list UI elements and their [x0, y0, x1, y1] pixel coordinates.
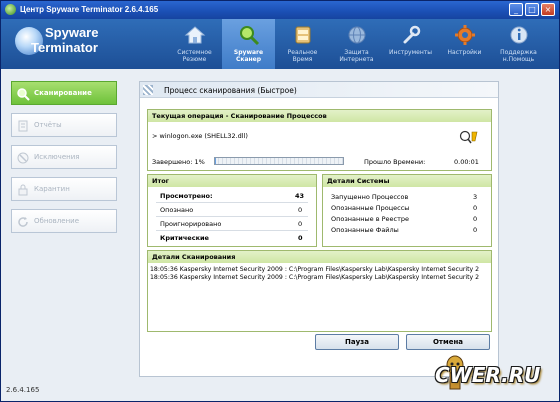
scan-process-panel: Процесс сканирования (Быстрое) Текущая о… — [139, 81, 499, 377]
logo-line1: Spyware — [45, 25, 99, 40]
scan-progress-bar — [214, 157, 344, 165]
scanned-label: Просмотрено: — [160, 192, 213, 200]
sidebar-item-label: Отчёты — [34, 121, 62, 129]
ignored-label: Проигнорировано — [160, 220, 222, 228]
ignored-value: 0 — [298, 220, 303, 228]
scanning-magnifier-icon — [459, 130, 478, 144]
info-icon — [510, 26, 528, 44]
close-button[interactable]: × — [541, 3, 555, 16]
scan-details-header: Детали Сканирования — [148, 251, 491, 263]
sidebar-item-scanning[interactable]: Сканирование — [11, 81, 117, 105]
sidebar: Сканирование Отчёты Исключения Карантин … — [1, 69, 131, 401]
nav-label-line1: Spyware — [233, 49, 264, 56]
report-icon — [18, 120, 28, 132]
panel-header: Процесс сканирования (Быстрое) — [140, 82, 498, 98]
sidebar-item-exclusions[interactable]: Исключения — [11, 145, 117, 169]
sidebar-item-reports[interactable]: Отчёты — [11, 113, 117, 137]
window-title: Центр Spyware Terminator 2.6.4.165 — [20, 5, 159, 14]
gear-icon — [455, 25, 475, 45]
system-details-header: Детали Системы — [323, 175, 491, 187]
maximize-button[interactable]: □ — [525, 3, 539, 16]
critical-value: 0 — [298, 234, 303, 242]
clock-icon — [295, 26, 311, 44]
home-icon — [184, 26, 206, 44]
sidebar-item-quarantine[interactable]: Карантин — [11, 177, 117, 201]
scanned-value: 43 — [295, 192, 305, 200]
pause-button[interactable]: Пауза — [315, 334, 399, 350]
nav-label-line2: Сканер — [235, 56, 262, 63]
lock-icon — [18, 184, 28, 196]
cancel-button[interactable]: Отмена — [406, 334, 490, 350]
nav-tools[interactable]: Инструменты — [384, 19, 437, 69]
nav-label-line2: Резюме — [182, 56, 207, 63]
nav-label-line2: Время — [292, 56, 313, 63]
nav-label-line2: н.Помощь — [502, 56, 535, 63]
running-processes-value: 3 — [473, 193, 478, 201]
identified-registry-label: Опознанные в Реестре — [331, 215, 410, 223]
nav-label-line1: Поддержка — [500, 49, 537, 56]
sidebar-item-update[interactable]: Обновление — [11, 209, 117, 233]
nav-label-line1: Инструменты — [389, 49, 432, 56]
elapsed-label: Прошло Времени: — [364, 158, 426, 166]
nav-label-line1: Системное — [177, 49, 212, 56]
header-bar: Spyware Terminator Системное Резюме Spyw… — [1, 19, 559, 69]
sidebar-item-label: Исключения — [34, 153, 80, 161]
elapsed-value: 0.00:01 — [454, 158, 479, 166]
scan-log-line: 18:05:36 Kaspersky Internet Security 200… — [150, 274, 480, 281]
current-operation-header: Текущая операция - Сканирование Процессо… — [148, 110, 491, 122]
system-details-box: Детали Системы Запущенно Процессов 3 Опо… — [322, 174, 492, 247]
divider — [156, 202, 308, 203]
nav-system-summary[interactable]: Системное Резюме — [168, 19, 221, 69]
exclusions-icon — [17, 152, 29, 164]
title-bar: Центр Spyware Terminator 2.6.4.165 _ □ × — [1, 1, 559, 19]
current-file: > winlogon.exe (SHELL32.dll) — [152, 132, 248, 140]
app-window: Центр Spyware Terminator 2.6.4.165 _ □ ×… — [0, 0, 560, 402]
nav-label-line1: Защита — [344, 49, 369, 56]
summary-header: Итог — [148, 175, 316, 187]
critical-label: Критические — [160, 234, 209, 242]
running-processes-label: Запущенно Процессов — [331, 193, 409, 201]
sidebar-item-label: Обновление — [34, 217, 80, 225]
sidebar-item-label: Сканирование — [34, 89, 92, 97]
identified-files-value: 0 — [473, 226, 478, 234]
panel-title: Процесс сканирования (Быстрое) — [164, 86, 297, 95]
minimize-button[interactable]: _ — [509, 3, 523, 16]
nav-support[interactable]: Поддержка н.Помощь — [492, 19, 545, 69]
scan-log-line: 18:05:36 Kaspersky Internet Security 200… — [150, 266, 480, 273]
globe-icon — [348, 26, 366, 44]
wrench-icon — [403, 25, 421, 44]
nav-internet-protection[interactable]: Защита Интернета — [330, 19, 383, 69]
watermark-text: CWER.RU — [435, 363, 541, 387]
detected-value: 0 — [298, 206, 303, 214]
logo-line2: Terminator — [31, 40, 98, 55]
identified-registry-value: 0 — [473, 215, 478, 223]
identified-processes-value: 0 — [473, 204, 478, 212]
nav-label-line2: Интернета — [339, 56, 374, 63]
scan-progress-fill — [215, 158, 217, 164]
nav-real-time[interactable]: Реальное Время — [276, 19, 329, 69]
update-icon — [18, 217, 28, 227]
nav-spyware-scanner[interactable]: Spyware Сканер — [222, 19, 275, 69]
magnifier-icon — [240, 26, 260, 46]
divider — [156, 216, 308, 217]
app-icon — [5, 4, 16, 15]
summary-box: Итог Просмотрено: 43 Опознано 0 Проигнор… — [147, 174, 317, 247]
completed-label: Завершено: 1% — [152, 158, 205, 166]
identified-files-label: Опознанные Файлы — [331, 226, 399, 234]
nav-label-line1: Настройки — [447, 49, 482, 56]
scan-details-box: Детали Сканирования 18:05:36 Kaspersky I… — [147, 250, 492, 332]
version-label: 2.6.4.165 — [6, 386, 40, 394]
identified-processes-label: Опознанные Процессы — [331, 204, 410, 212]
panel-header-pattern — [143, 85, 153, 95]
current-operation-box: Текущая операция - Сканирование Процессо… — [147, 109, 492, 171]
nav-settings[interactable]: Настройки — [438, 19, 491, 69]
divider — [156, 230, 308, 231]
scan-icon — [17, 88, 30, 101]
nav-label-line1: Реальное — [287, 49, 318, 56]
sidebar-item-label: Карантин — [34, 185, 70, 193]
detected-label: Опознано — [160, 206, 194, 214]
